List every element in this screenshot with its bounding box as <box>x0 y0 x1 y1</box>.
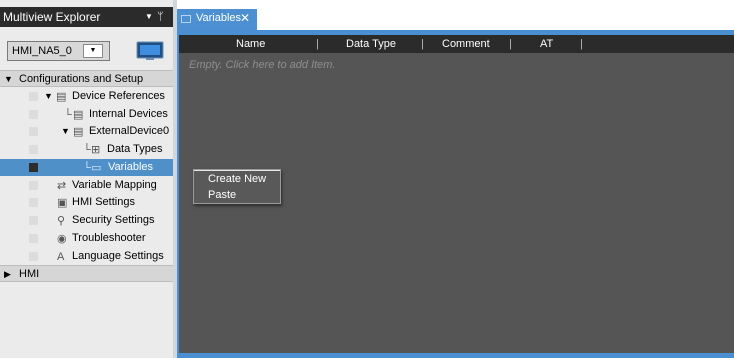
monitor-icon[interactable] <box>136 41 164 61</box>
tab-variables[interactable]: Variables ✕ <box>177 9 257 30</box>
menu-item-paste[interactable]: Paste <box>194 187 280 203</box>
tree-label: Configurations and Setup <box>19 73 144 85</box>
variables-tab-icon <box>181 15 191 23</box>
device-references-icon: ▤ <box>56 91 67 103</box>
column-header-at[interactable]: AT <box>540 35 553 53</box>
tree-indent-marker <box>29 198 38 207</box>
tree-item-security-settings[interactable]: ⚲ Security Settings <box>0 212 173 229</box>
expand-down-icon[interactable]: ▼ <box>61 123 70 140</box>
troubleshooter-icon: ◉ <box>57 233 67 245</box>
tree-label: Security Settings <box>72 214 155 226</box>
tree-label: Troubleshooter <box>72 232 146 244</box>
tree-label: Internal Devices <box>89 108 168 120</box>
hmi-settings-icon: ▣ <box>57 197 68 209</box>
tree-indent-marker <box>29 145 38 154</box>
tree-item-variable-mapping[interactable]: ⇄ Variable Mapping <box>0 177 173 194</box>
device-select-value: HMI_NA5_0 <box>12 45 72 57</box>
close-icon[interactable]: ✕ <box>240 11 250 25</box>
tree-item-hmi[interactable]: ▶ HMI <box>0 265 173 282</box>
document-tab-bar: Variables ✕ <box>177 0 734 30</box>
tree-indent-marker <box>29 127 38 136</box>
external-device-icon: ▤ <box>73 126 84 138</box>
explorer-title: Multiview Explorer <box>3 10 101 24</box>
tree-item-internal-devices[interactable]: └ ▤ Internal Devices <box>0 106 173 123</box>
language-settings-icon: A <box>57 251 65 263</box>
context-menu: Create New Paste <box>193 169 281 204</box>
column-separator[interactable]: | <box>316 35 319 53</box>
tree-label: Variable Mapping <box>72 179 157 191</box>
tree-label: Variables <box>108 161 154 173</box>
tree-item-hmi-settings[interactable]: ▣ HMI Settings <box>0 194 173 211</box>
tree-label: Device References <box>72 90 165 102</box>
tree-label: Data Types <box>107 143 163 155</box>
column-header-data-type[interactable]: Data Type <box>346 35 396 53</box>
multiview-explorer-pane: Multiview Explorer ▼ ᛘ HMI_NA5_0 ▼ ▼ Con… <box>0 0 173 358</box>
tree-indent-marker <box>29 163 38 172</box>
grid-column-header: Name | Data Type | Comment | AT | <box>179 35 734 53</box>
tree-indent-marker <box>29 92 38 101</box>
tab-label: Variables <box>196 12 242 24</box>
variable-mapping-icon: ⇄ <box>57 180 67 192</box>
dropdown-arrow-icon[interactable]: ▼ <box>145 7 153 27</box>
menu-item-label: Paste <box>208 189 237 201</box>
tree-item-variables[interactable]: └ ▭ Variables <box>0 159 173 176</box>
expand-down-icon[interactable]: ▼ <box>44 88 53 105</box>
tree-branch-icon: └ <box>64 109 72 121</box>
menu-item-label: Create New <box>208 173 267 185</box>
tree-item-data-types[interactable]: └ ⊞ Data Types <box>0 141 173 158</box>
tree-item-device-references[interactable]: ▼ ▤ Device References <box>0 88 173 105</box>
column-separator[interactable]: | <box>421 35 424 53</box>
variables-icon: ▭ <box>91 162 102 174</box>
pin-icon[interactable]: ᛘ <box>157 7 164 27</box>
column-header-name[interactable]: Name <box>236 35 265 53</box>
tree-branch-icon: └ <box>83 144 91 156</box>
expand-right-icon[interactable]: ▶ <box>4 266 11 283</box>
internal-devices-icon: ▤ <box>73 109 84 121</box>
data-types-icon: ⊞ <box>91 144 101 156</box>
tree-indent-marker <box>29 234 38 243</box>
empty-grid-hint[interactable]: Empty. Click here to add Item. <box>189 59 336 71</box>
tree-item-configurations[interactable]: ▼ Configurations and Setup <box>0 70 173 87</box>
menu-item-create-new[interactable]: Create New <box>194 171 280 187</box>
chevron-down-icon[interactable]: ▼ <box>83 44 103 58</box>
tree-item-external-device[interactable]: ▼ ▤ ExternalDevice0 <box>0 123 173 140</box>
tree-item-language-settings[interactable]: A Language Settings <box>0 248 173 265</box>
device-select[interactable]: HMI_NA5_0 ▼ <box>7 41 110 61</box>
column-separator[interactable]: | <box>580 35 583 53</box>
tree-label: HMI Settings <box>72 196 135 208</box>
tree-label: HMI <box>19 268 40 280</box>
tree-branch-icon: └ <box>83 162 91 174</box>
tree-indent-marker <box>29 252 38 261</box>
column-separator[interactable]: | <box>509 35 512 53</box>
tree-item-troubleshooter[interactable]: ◉ Troubleshooter <box>0 230 173 247</box>
tree-label: ExternalDevice0 <box>89 125 170 137</box>
tree-label: Language Settings <box>72 250 164 262</box>
tree-indent-marker <box>29 110 38 119</box>
security-settings-icon: ⚲ <box>57 215 66 227</box>
tree-indent-marker <box>29 216 38 225</box>
expand-down-icon[interactable]: ▼ <box>4 71 13 88</box>
tree-indent-marker <box>29 181 38 190</box>
explorer-header: Multiview Explorer ▼ ᛘ <box>0 7 173 27</box>
column-header-comment[interactable]: Comment <box>442 35 490 53</box>
